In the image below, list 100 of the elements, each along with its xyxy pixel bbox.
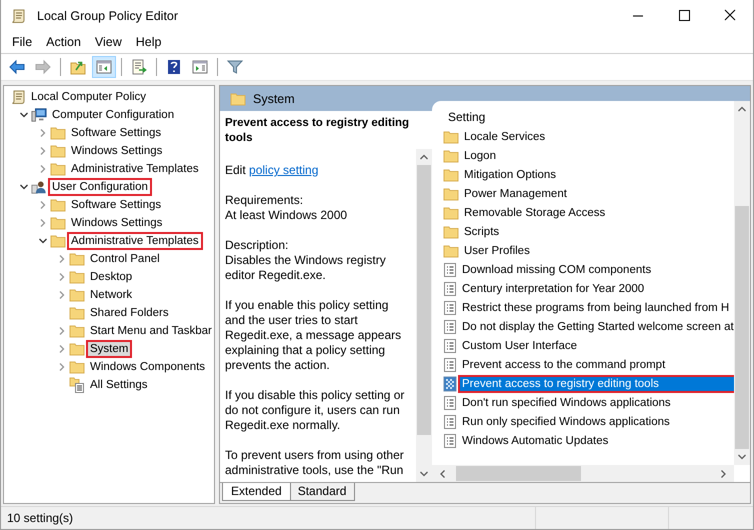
view-tab[interactable]: Standard <box>288 483 356 501</box>
menu-item[interactable]: View <box>88 33 129 51</box>
tree-item[interactable]: Software Settings <box>4 196 214 214</box>
tree-item[interactable]: Administrative Templates <box>4 232 214 250</box>
policy-scroll-icon <box>10 89 26 105</box>
window-title: Local Group Policy Editor <box>37 8 178 22</box>
tree-item[interactable]: Computer Configuration <box>4 106 214 124</box>
folder-icon <box>50 162 66 176</box>
setting-row[interactable]: Windows Automatic Updates <box>440 431 734 450</box>
setting-row[interactable]: Do not display the Getting Started welcome screen at <box>440 317 734 336</box>
scrollbar[interactable] <box>734 101 750 465</box>
policy-icon <box>443 300 457 316</box>
setting-row[interactable]: Custom User Interface <box>440 336 734 355</box>
tree-label: Windows Components <box>89 360 206 374</box>
tree-item[interactable]: Control Panel <box>4 250 214 268</box>
scrollbar[interactable] <box>416 149 432 482</box>
setting-label: Century interpretation for Year 2000 <box>461 282 646 296</box>
folder-icon <box>50 144 66 158</box>
setting-row[interactable]: Restrict these programs from being launched from H <box>440 298 734 317</box>
setting-label: Prevent access to the command prompt <box>461 358 666 372</box>
menu-item[interactable]: File <box>5 33 40 51</box>
policy-icon <box>443 262 457 278</box>
scrollbar[interactable] <box>432 465 734 482</box>
tree-item[interactable]: User Configuration <box>4 178 214 196</box>
menu-item[interactable]: Help <box>128 33 168 51</box>
setting-label: Windows Automatic Updates <box>461 434 610 448</box>
folder-icon <box>69 270 85 284</box>
tree-label: Control Panel <box>89 252 161 266</box>
tree-label: Shared Folders <box>89 306 170 320</box>
tree-item[interactable]: Desktop <box>4 268 214 286</box>
setting-row[interactable]: Prevent access to the command prompt <box>440 355 734 374</box>
tree-label: Desktop <box>89 270 134 284</box>
tree-label: Administrative Templates <box>70 162 200 176</box>
setting-row[interactable]: Locale Services <box>440 127 734 146</box>
policy-icon <box>443 280 457 296</box>
setting-label: User Profiles <box>463 244 531 258</box>
tree-item[interactable]: Windows Settings <box>4 142 214 160</box>
setting-label: Do not display the Getting Started welcome screen at <box>461 320 734 334</box>
tree-label: Computer Configuration <box>51 108 176 122</box>
show-tree-button[interactable] <box>92 56 116 78</box>
tree-item[interactable]: Windows Components <box>4 358 214 376</box>
tree-item[interactable]: Local Computer Policy <box>4 88 214 106</box>
folder-icon <box>443 148 459 162</box>
help-icon <box>165 58 183 76</box>
setting-row[interactable]: Power Management <box>440 184 734 203</box>
show-pane-icon <box>191 58 209 76</box>
policy-icon <box>443 414 457 430</box>
tree-item[interactable]: Windows Settings <box>4 214 214 232</box>
tree-item[interactable]: Shared Folders <box>4 304 214 322</box>
pane-header: System <box>253 92 295 106</box>
setting-label: Restrict these programs from being launched from H <box>461 300 730 314</box>
setting-row[interactable]: Download missing COM components <box>440 260 734 279</box>
setting-row[interactable]: Scripts <box>440 222 734 241</box>
setting-row[interactable]: Run only specified Windows applications <box>440 412 734 431</box>
setting-row[interactable]: Century interpretation for Year 2000 <box>440 279 734 298</box>
folder-icon <box>50 126 66 140</box>
tree-label: User Configuration <box>50 180 150 194</box>
show-tree-icon <box>95 58 113 76</box>
tree-item[interactable]: System <box>4 340 214 358</box>
setting-row[interactable]: Logon <box>440 146 734 165</box>
tree-label: Windows Settings <box>70 144 164 158</box>
policy-title: Prevent access to registry editing tools <box>225 116 410 146</box>
app-icon <box>10 8 26 24</box>
tree-label: Software Settings <box>70 198 162 212</box>
tree-label: Windows Settings <box>70 216 164 230</box>
policy-icon <box>443 432 457 448</box>
folder-icon <box>50 234 66 248</box>
status-text: 10 setting(s) <box>6 510 74 527</box>
view-tab[interactable]: Extended <box>222 483 291 501</box>
setting-label: Prevent access to registry editing tools <box>460 376 734 390</box>
back-icon <box>8 58 26 76</box>
setting-row[interactable]: Don't run specified Windows applications <box>440 393 734 412</box>
folder-icon <box>443 130 459 144</box>
policy-setting-link[interactable]: policy setting <box>249 163 318 177</box>
description-paragraph: Requirements: At least Windows 2000 <box>225 193 348 223</box>
folder-icon <box>69 252 85 266</box>
setting-label: Custom User Interface <box>461 338 578 352</box>
description-paragraph: If you disable this policy setting or do not configure it, users can run Regedit.exe normally. <box>225 388 406 433</box>
folder-icon <box>50 198 66 212</box>
setting-row[interactable]: User Profiles <box>440 241 734 260</box>
column-header[interactable]: Setting <box>440 107 734 127</box>
tree-item[interactable]: Administrative Templates <box>4 160 214 178</box>
policy-icon <box>443 394 457 410</box>
all-settings-icon <box>69 377 85 393</box>
setting-label: Power Management <box>463 186 568 200</box>
setting-row[interactable]: Removable Storage Access <box>440 203 734 222</box>
tree-item[interactable]: Start Menu and Taskbar <box>4 322 214 340</box>
tree-label: Start Menu and Taskbar <box>89 324 213 338</box>
tree-item[interactable]: Network <box>4 286 214 304</box>
setting-label: Removable Storage Access <box>463 206 606 220</box>
setting-label: Run only specified Windows applications <box>461 414 671 428</box>
tree-item[interactable]: All Settings <box>4 376 214 394</box>
menu-item[interactable]: Action <box>39 33 88 51</box>
setting-row[interactable]: Prevent access to registry editing tools <box>440 374 734 393</box>
folder-icon <box>69 306 85 320</box>
folder-icon <box>69 288 85 302</box>
filter-icon <box>226 58 244 76</box>
tree-item[interactable]: Software Settings <box>4 124 214 142</box>
tree-label: All Settings <box>89 378 149 392</box>
setting-row[interactable]: Mitigation Options <box>440 165 734 184</box>
